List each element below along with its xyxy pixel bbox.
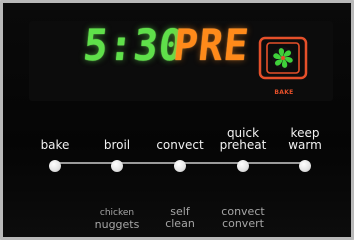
bake-button-dot[interactable] (49, 160, 61, 172)
convect-button-dot[interactable] (174, 160, 186, 172)
quick-preheat-button[interactable]: quick preheat (208, 123, 278, 172)
broil-button-dot[interactable] (111, 160, 123, 172)
keep-warm-button-label: keep warm (288, 126, 322, 152)
quick-preheat-button-label: quick preheat (219, 126, 267, 152)
keep-warm-button-dot[interactable] (299, 160, 311, 172)
convect-button-label: convect (156, 138, 204, 152)
bake-button-label: bake (40, 138, 70, 152)
quick-preheat-button-dot[interactable] (237, 160, 249, 172)
oven-control-panel: 5:30 PRE BAKE bake broil convect quick p… (0, 0, 354, 240)
broil-button[interactable]: broil (82, 123, 152, 172)
convect-button[interactable]: convect (145, 123, 215, 172)
mode-readout: PRE (171, 21, 252, 71)
convect-convert-label: convect convert (221, 205, 265, 230)
oven-icon-caption: BAKE (274, 89, 294, 96)
broil-button-label: broil (103, 138, 131, 152)
convection-fan-icon (258, 36, 308, 80)
keep-warm-button[interactable]: keep warm (270, 123, 340, 172)
bake-button[interactable]: bake (20, 123, 90, 172)
